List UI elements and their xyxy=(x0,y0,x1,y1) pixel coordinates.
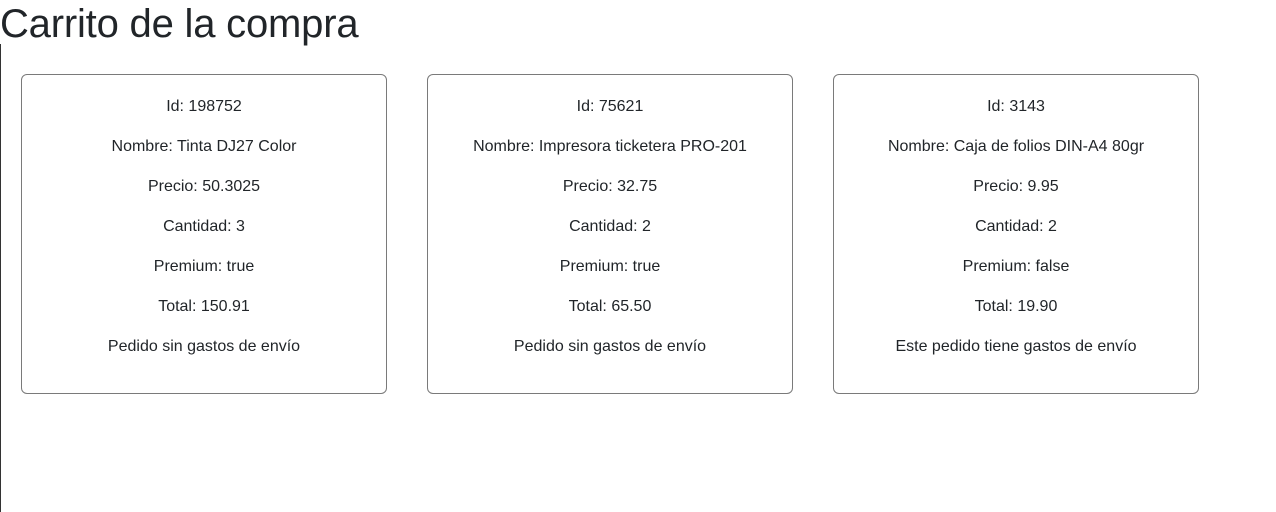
cart-item-card: Id: 75621 Nombre: Impresora ticketera PR… xyxy=(427,74,793,394)
item-quantity: Cantidad: 2 xyxy=(569,218,651,235)
item-price: Precio: 32.75 xyxy=(562,178,658,195)
page-title: Carrito de la compra xyxy=(0,2,359,46)
item-total: Total: 150.91 xyxy=(158,298,250,315)
item-quantity: Cantidad: 2 xyxy=(975,218,1057,235)
cart-items-list: Id: 198752 Nombre: Tinta DJ27 Color Prec… xyxy=(21,74,1199,394)
item-premium: Premium: true xyxy=(153,258,255,275)
item-name: Nombre: Tinta DJ27 Color xyxy=(111,138,297,155)
item-id: Id: 3143 xyxy=(987,98,1045,115)
page-left-border xyxy=(0,44,1,512)
item-shipping-status: Pedido sin gastos de envío xyxy=(513,338,707,355)
item-total: Total: 19.90 xyxy=(974,298,1058,315)
item-premium: Premium: true xyxy=(559,258,661,275)
item-quantity: Cantidad: 3 xyxy=(163,218,245,235)
item-price: Precio: 50.3025 xyxy=(147,178,261,195)
cart-item-card: Id: 3143 Nombre: Caja de folios DIN-A4 8… xyxy=(833,74,1199,394)
item-name: Nombre: Impresora ticketera PRO-201 xyxy=(473,138,747,155)
item-premium: Premium: false xyxy=(962,258,1070,275)
item-total: Total: 65.50 xyxy=(568,298,652,315)
item-shipping-status: Este pedido tiene gastos de envío xyxy=(895,338,1137,355)
item-shipping-status: Pedido sin gastos de envío xyxy=(107,338,301,355)
item-id: Id: 75621 xyxy=(576,98,644,115)
item-name: Nombre: Caja de folios DIN-A4 80gr xyxy=(887,138,1145,155)
item-price: Precio: 9.95 xyxy=(973,178,1059,195)
item-id: Id: 198752 xyxy=(166,98,242,115)
cart-item-card: Id: 198752 Nombre: Tinta DJ27 Color Prec… xyxy=(21,74,387,394)
